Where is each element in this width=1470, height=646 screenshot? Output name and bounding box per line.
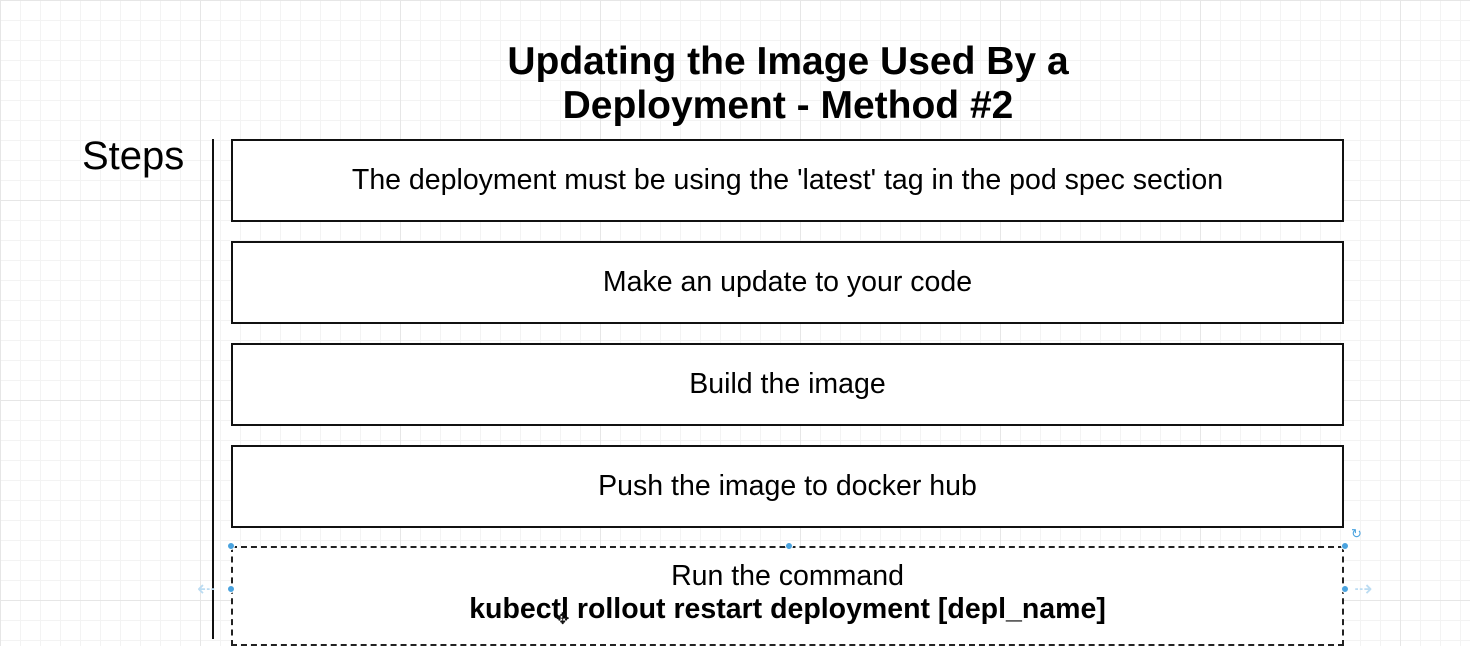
step-box-2[interactable]: Make an update to your code <box>231 241 1344 324</box>
step-text: Make an update to your code <box>602 266 973 298</box>
resize-handle-top-left[interactable] <box>227 542 235 550</box>
connect-arrow-left-icon[interactable]: ⇠ <box>197 578 215 600</box>
resize-handle-middle-right[interactable] <box>1341 585 1349 593</box>
vertical-divider <box>212 139 214 639</box>
diagram-canvas[interactable]: Updating the Image Used By a Deployment … <box>0 0 1470 646</box>
step-box-4[interactable]: Push the image to docker hub <box>231 445 1344 528</box>
rotate-icon[interactable]: ↻ <box>1351 527 1363 540</box>
step-box-1[interactable]: The deployment must be using the 'latest… <box>231 139 1344 222</box>
connect-arrow-right-icon[interactable]: ⇢ <box>1354 578 1372 600</box>
move-cursor-icon: ✥ <box>556 611 570 628</box>
step-text: Run the command <box>671 560 904 592</box>
step-text: Push the image to docker hub <box>598 470 977 502</box>
diagram-title: Updating the Image Used By a Deployment … <box>388 40 1188 128</box>
step-text: Build the image <box>689 368 886 400</box>
title-line-1: Updating the Image Used By a <box>507 40 1069 83</box>
step-text: The deployment must be using the 'latest… <box>351 164 1224 196</box>
step-box-5-selected[interactable]: Run the command kubectl rollout restart … <box>231 546 1344 646</box>
step-box-3[interactable]: Build the image <box>231 343 1344 426</box>
title-line-2: Deployment - Method #2 <box>562 84 1014 127</box>
steps-label: Steps <box>82 134 185 178</box>
resize-handle-middle-left[interactable] <box>227 585 235 593</box>
resize-handle-top-center[interactable] <box>785 542 793 550</box>
resize-handle-top-right[interactable] <box>1341 542 1349 550</box>
